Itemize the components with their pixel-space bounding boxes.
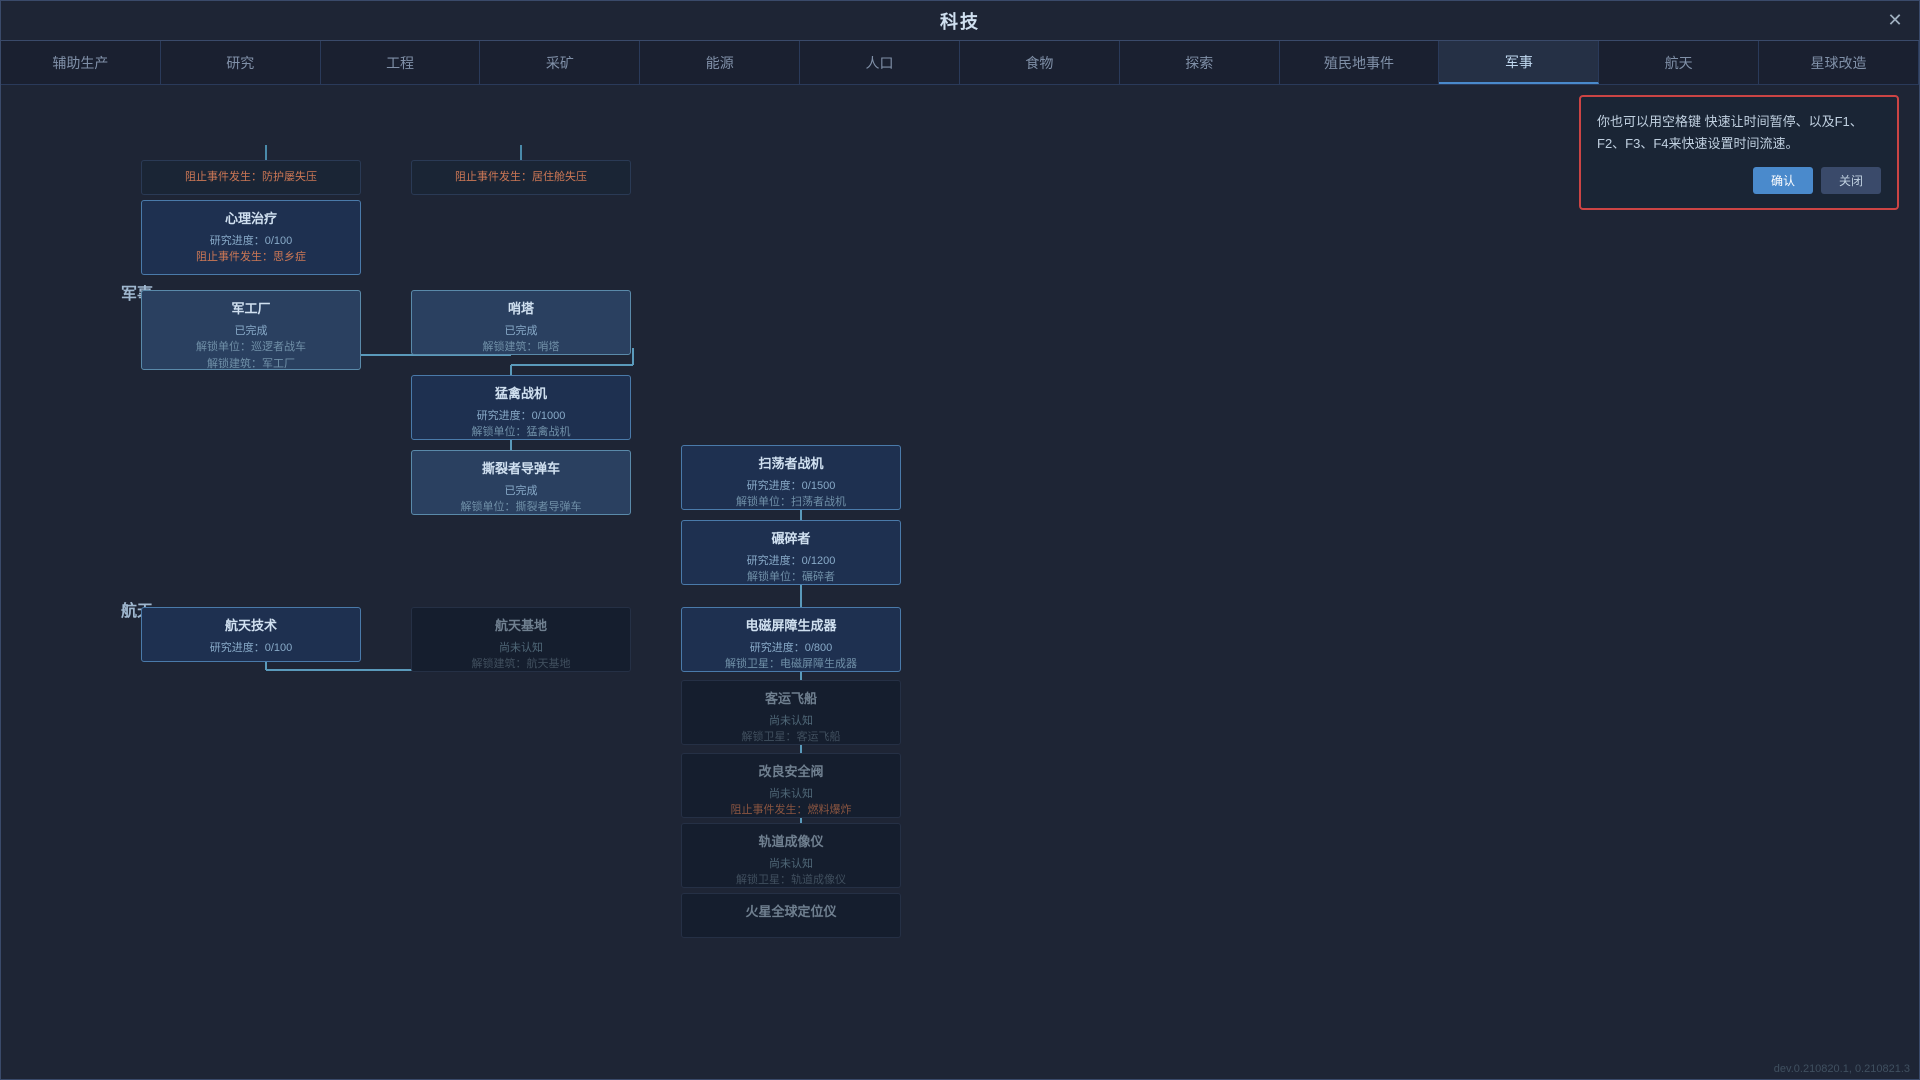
node-em-shield[interactable]: 电磁屏障生成器 研究进度：0/800 解锁卫星：电磁屏障生成器 xyxy=(681,607,901,672)
sweeper-fighter-unlock: 解锁单位：扫荡者战机 xyxy=(692,494,890,511)
close-button[interactable]: ✕ xyxy=(1881,7,1909,35)
predator-fighter-title: 猛禽战机 xyxy=(422,384,620,404)
node-crusher[interactable]: 碾碎者 研究进度：0/1200 解锁单位：碾碎者 xyxy=(681,520,901,585)
tab-food[interactable]: 食物 xyxy=(960,41,1120,84)
passenger-ship-status: 尚未认知 xyxy=(692,713,890,730)
tab-engineering[interactable]: 工程 xyxy=(321,41,481,84)
main-window: 科技 ✕ 辅助生产 研究 工程 采矿 能源 人口 食物 探索 殖民地事件 军事 … xyxy=(0,0,1920,1080)
passenger-ship-unlock: 解锁卫星：客运飞船 xyxy=(692,729,890,746)
node-orbital-imager[interactable]: 轨道成像仪 尚未认知 解锁卫星：轨道成像仪 xyxy=(681,823,901,888)
predator-fighter-progress: 研究进度：0/1000 xyxy=(422,408,620,425)
tab-aerospace[interactable]: 航天 xyxy=(1599,41,1759,84)
tab-mining[interactable]: 采矿 xyxy=(480,41,640,84)
watchtower-title: 哨塔 xyxy=(422,299,620,319)
info-box: 你也可以用空格键 快速让时间暂停、以及F1、F2、F3、F4来快速设置时间流速。… xyxy=(1579,95,1899,210)
orbital-imager-title: 轨道成像仪 xyxy=(692,832,890,852)
em-shield-unlock: 解锁卫星：电磁屏障生成器 xyxy=(692,656,890,673)
military-factory-unlock-unit: 解锁单位：巡逻者战车 xyxy=(152,339,350,356)
info-confirm-button[interactable]: 确认 xyxy=(1753,167,1813,194)
aerospace-tech-title: 航天技术 xyxy=(152,616,350,636)
sweeper-fighter-title: 扫荡者战机 xyxy=(692,454,890,474)
node-military-factory[interactable]: 军工厂 已完成 解锁单位：巡逻者战车 解锁建筑：军工厂 xyxy=(141,290,361,370)
node-global-locator[interactable]: 火星全球定位仪 xyxy=(681,893,901,938)
tab-colony[interactable]: 殖民地事件 xyxy=(1280,41,1440,84)
safety-valve-title: 改良安全阀 xyxy=(692,762,890,782)
mental-treatment-block: 阻止事件发生：思乡症 xyxy=(152,249,350,266)
global-locator-title: 火星全球定位仪 xyxy=(692,902,890,922)
mental-treatment-title: 心理治疗 xyxy=(152,209,350,229)
content-area: 阻止事件发生：防护屡失压 阻止事件发生：居住舱失压 心理治疗 研究进度：0/10… xyxy=(1,85,1919,1079)
passenger-ship-title: 客运飞船 xyxy=(692,689,890,709)
tab-explore[interactable]: 探索 xyxy=(1120,41,1280,84)
node-blocked-defense[interactable]: 阻止事件发生：防护屡失压 xyxy=(141,160,361,195)
info-close-button[interactable]: 关闭 xyxy=(1821,167,1881,194)
node-mental-treatment[interactable]: 心理治疗 研究进度：0/100 阻止事件发生：思乡症 xyxy=(141,200,361,275)
version-label: dev.0.210820.1, 0.210821.3 xyxy=(1774,1063,1910,1075)
military-factory-unlock-building: 解锁建筑：军工厂 xyxy=(152,356,350,373)
node-aerospace-base[interactable]: 航天基地 尚未认知 解锁建筑：航天基地 xyxy=(411,607,631,672)
tab-planet[interactable]: 星球改造 xyxy=(1759,41,1919,84)
tab-assist[interactable]: 辅助生产 xyxy=(1,41,161,84)
aerospace-base-title: 航天基地 xyxy=(422,616,620,636)
node-safety-valve[interactable]: 改良安全阀 尚未认知 阻止事件发生：燃料爆炸 xyxy=(681,753,901,818)
node-blocked-habitat[interactable]: 阻止事件发生：居住舱失压 xyxy=(411,160,631,195)
info-box-text: 你也可以用空格键 快速让时间暂停、以及F1、F2、F3、F4来快速设置时间流速。 xyxy=(1597,114,1863,151)
mental-treatment-progress: 研究进度：0/100 xyxy=(152,233,350,250)
info-box-buttons: 确认 关闭 xyxy=(1597,167,1881,194)
node-watchtower[interactable]: 哨塔 已完成 解锁建筑：哨塔 xyxy=(411,290,631,355)
orbital-imager-unlock: 解锁卫星：轨道成像仪 xyxy=(692,872,890,889)
blocked-defense-text: 阻止事件发生：防护屡失压 xyxy=(152,169,350,186)
window-title: 科技 xyxy=(940,8,980,34)
splitter-missile-unlock: 解锁单位：撕裂者导弹车 xyxy=(422,499,620,516)
node-aerospace-tech[interactable]: 航天技术 研究进度：0/100 xyxy=(141,607,361,662)
tab-bar: 辅助生产 研究 工程 采矿 能源 人口 食物 探索 殖民地事件 军事 航天 星球… xyxy=(1,41,1919,85)
tab-population[interactable]: 人口 xyxy=(800,41,960,84)
node-splitter-missile[interactable]: 撕裂者导弹车 已完成 解锁单位：撕裂者导弹车 xyxy=(411,450,631,515)
aerospace-base-status: 尚未认知 xyxy=(422,640,620,657)
predator-fighter-unlock: 解锁单位：猛禽战机 xyxy=(422,424,620,441)
crusher-unlock: 解锁单位：碾碎者 xyxy=(692,569,890,586)
splitter-missile-title: 撕裂者导弹车 xyxy=(422,459,620,479)
aerospace-tech-progress: 研究进度：0/100 xyxy=(152,640,350,657)
safety-valve-block: 阻止事件发生：燃料爆炸 xyxy=(692,802,890,819)
node-sweeper-fighter[interactable]: 扫荡者战机 研究进度：0/1500 解锁单位：扫荡者战机 xyxy=(681,445,901,510)
tab-military[interactable]: 军事 xyxy=(1439,41,1599,84)
crusher-progress: 研究进度：0/1200 xyxy=(692,553,890,570)
watchtower-unlock: 解锁建筑：哨塔 xyxy=(422,339,620,356)
watchtower-status: 已完成 xyxy=(422,323,620,340)
military-factory-title: 军工厂 xyxy=(152,299,350,319)
splitter-missile-status: 已完成 xyxy=(422,483,620,500)
safety-valve-status: 尚未认知 xyxy=(692,786,890,803)
tab-research[interactable]: 研究 xyxy=(161,41,321,84)
sweeper-fighter-progress: 研究进度：0/1500 xyxy=(692,478,890,495)
node-passenger-ship[interactable]: 客运飞船 尚未认知 解锁卫星：客运飞船 xyxy=(681,680,901,745)
node-predator-fighter[interactable]: 猛禽战机 研究进度：0/1000 解锁单位：猛禽战机 xyxy=(411,375,631,440)
tech-scroll[interactable]: 阻止事件发生：防护屡失压 阻止事件发生：居住舱失压 心理治疗 研究进度：0/10… xyxy=(21,95,1899,1069)
blocked-habitat-text: 阻止事件发生：居住舱失压 xyxy=(422,169,620,186)
aerospace-base-unlock: 解锁建筑：航天基地 xyxy=(422,656,620,673)
em-shield-title: 电磁屏障生成器 xyxy=(692,616,890,636)
tab-energy[interactable]: 能源 xyxy=(640,41,800,84)
em-shield-progress: 研究进度：0/800 xyxy=(692,640,890,657)
military-factory-status: 已完成 xyxy=(152,323,350,340)
crusher-title: 碾碎者 xyxy=(692,529,890,549)
orbital-imager-status: 尚未认知 xyxy=(692,856,890,873)
title-bar: 科技 ✕ xyxy=(1,1,1919,41)
